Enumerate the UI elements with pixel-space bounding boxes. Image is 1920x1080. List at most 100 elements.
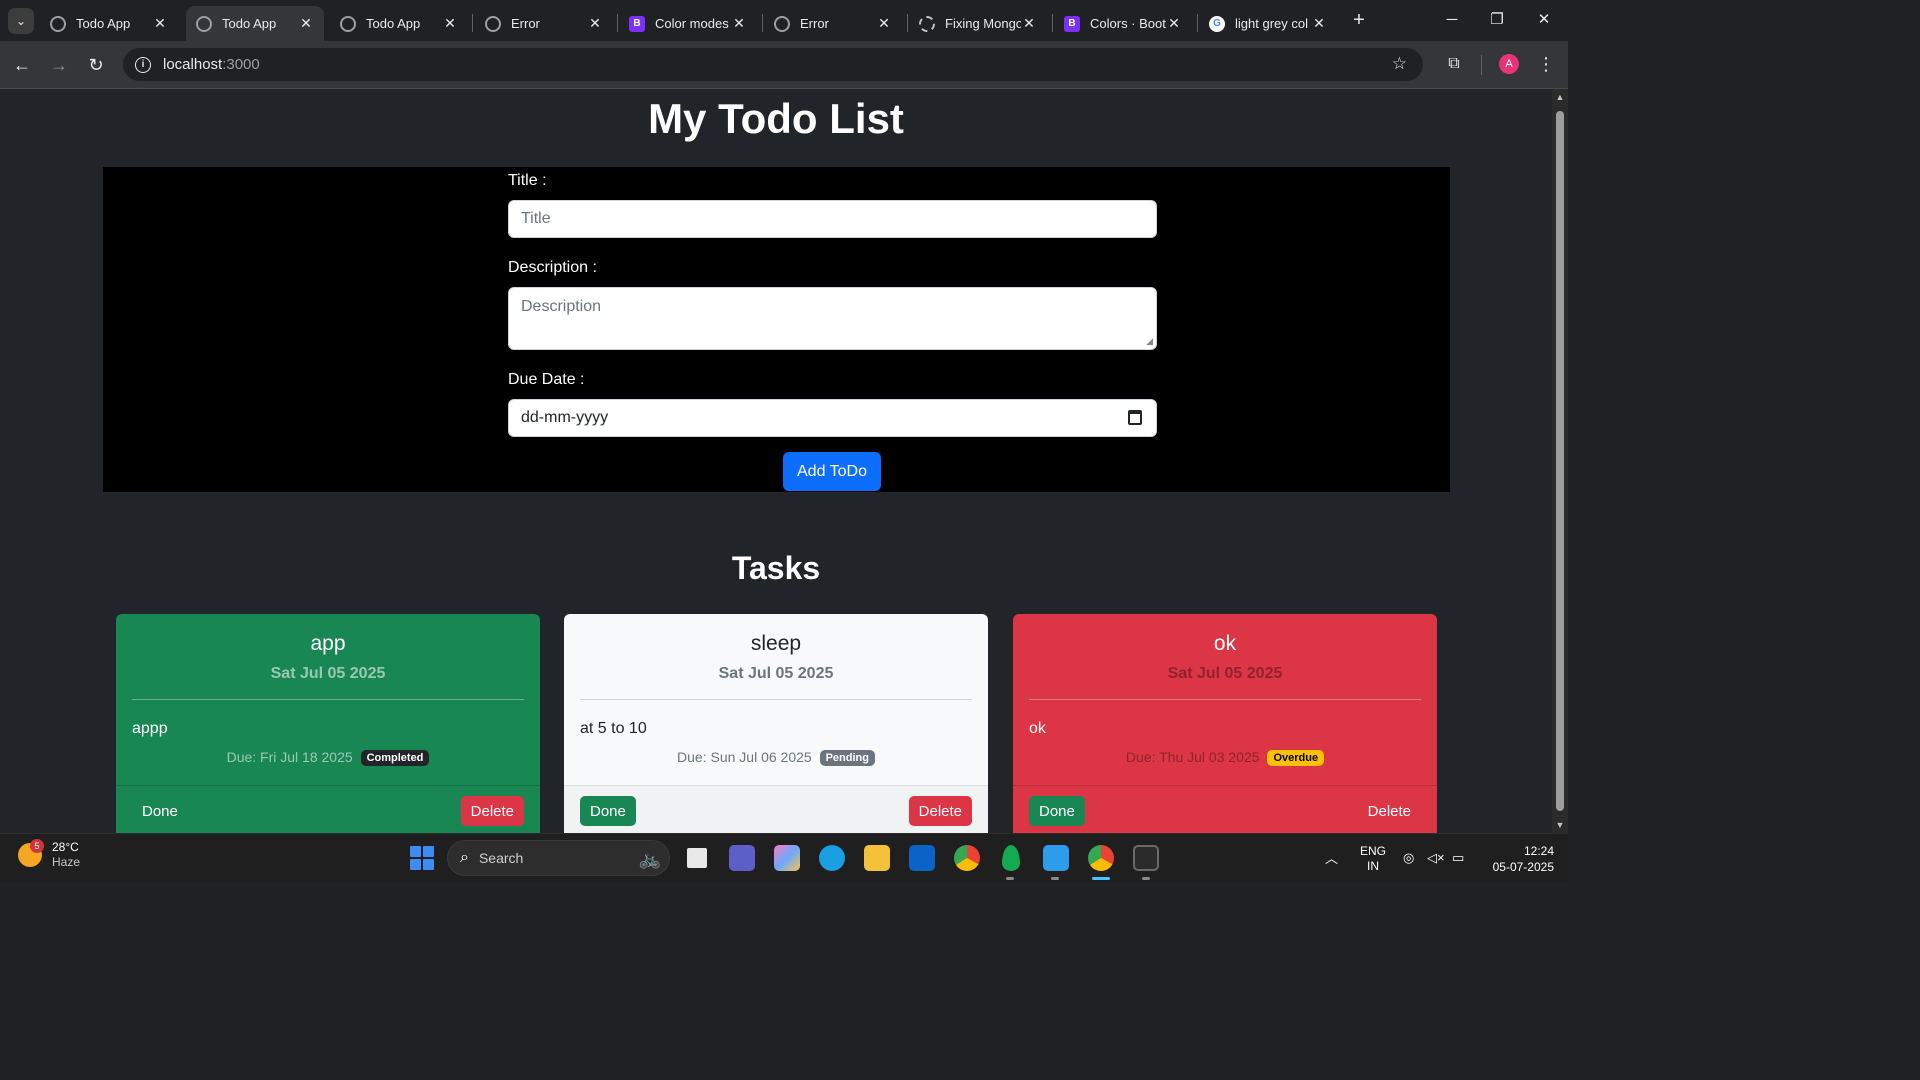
minimize-button[interactable]: ─ xyxy=(1440,8,1464,32)
scroll-down-icon[interactable]: ▼ xyxy=(1555,820,1565,830)
site-info-icon[interactable]: i xyxy=(135,56,151,73)
tab-colors-bootstrap[interactable]: B Colors · Boots ✕ xyxy=(1054,6,1192,41)
close-icon[interactable]: ✕ xyxy=(731,15,747,32)
description-textarea[interactable]: Description ◢ xyxy=(508,287,1157,350)
tab-label: Colors · Boots xyxy=(1090,16,1166,31)
chrome-icon[interactable] xyxy=(954,845,980,871)
task-description: at 5 to 10 xyxy=(580,720,647,737)
running-indicator xyxy=(1006,877,1014,880)
close-icon[interactable]: ✕ xyxy=(587,15,603,32)
reload-icon[interactable]: ↻ xyxy=(84,53,108,77)
vscode-icon[interactable] xyxy=(1043,845,1069,871)
chrome-profile-icon[interactable] xyxy=(1088,845,1114,871)
due-date-input[interactable]: dd-mm-yyyy xyxy=(508,399,1157,437)
task-view-icon[interactable] xyxy=(684,845,710,871)
tasks-heading: Tasks xyxy=(731,550,821,586)
tab-todo-app-2[interactable]: Todo App ✕ xyxy=(186,6,324,41)
clock[interactable]: 12:24 05-07-2025 xyxy=(1482,843,1554,875)
battery-icon[interactable]: ▭ xyxy=(1452,850,1464,866)
close-window-button[interactable]: ✕ xyxy=(1532,8,1556,32)
outlook-icon[interactable] xyxy=(909,845,935,871)
todo-form: Title : Title Description : Description … xyxy=(103,167,1450,492)
task-due-date: Due: Sun Jul 06 2025 xyxy=(677,749,812,765)
tab-fixing-mongo[interactable]: Fixing Mongo ✕ xyxy=(909,6,1047,41)
close-icon[interactable]: ✕ xyxy=(298,15,314,32)
tab-strip: ⌄ Todo App ✕ Todo App ✕ Todo App ✕ Error… xyxy=(0,0,1568,41)
tab-separator xyxy=(1197,14,1198,32)
status-badge: Overdue xyxy=(1267,750,1325,766)
weather-widget[interactable]: 5 28°C Haze xyxy=(18,839,80,870)
close-icon[interactable]: ✕ xyxy=(876,15,892,32)
tab-light-grey[interactable]: G light grey col ✕ xyxy=(1199,6,1337,41)
restore-button[interactable]: ❐ xyxy=(1485,8,1509,32)
mongodb-icon[interactable] xyxy=(1002,845,1020,871)
back-icon[interactable]: ← xyxy=(10,53,34,77)
network-icon[interactable]: ◎ xyxy=(1403,850,1414,866)
delete-button[interactable]: Delete xyxy=(460,796,524,826)
windows-start-icon[interactable] xyxy=(410,846,434,870)
tab-todo-app-3[interactable]: Todo App ✕ xyxy=(330,6,468,41)
add-todo-button[interactable]: Add ToDo xyxy=(783,452,881,491)
edge-icon[interactable] xyxy=(819,845,845,871)
profile-avatar[interactable]: A xyxy=(1499,54,1519,74)
task-description: appp xyxy=(132,720,168,737)
teams-icon[interactable] xyxy=(729,845,755,871)
tab-separator xyxy=(472,14,473,32)
extensions-icon[interactable]: ⧉ xyxy=(1443,53,1465,75)
new-tab-button[interactable]: + xyxy=(1347,8,1371,32)
forward-icon[interactable]: → xyxy=(47,53,71,77)
scroll-up-icon[interactable]: ▲ xyxy=(1555,92,1565,102)
divider xyxy=(580,699,972,700)
close-icon[interactable]: ✕ xyxy=(1311,15,1327,32)
delete-button[interactable]: Delete xyxy=(1358,796,1421,826)
tab-label: Todo App xyxy=(222,16,277,31)
calendar-icon[interactable] xyxy=(1128,410,1142,425)
tab-separator xyxy=(1052,14,1053,32)
file-explorer-icon[interactable] xyxy=(864,845,890,871)
globe-icon xyxy=(196,15,212,32)
clock-date: 05-07-2025 xyxy=(1492,860,1554,874)
active-indicator xyxy=(1092,877,1110,880)
close-icon[interactable]: ✕ xyxy=(1021,15,1037,32)
language-code: ENG xyxy=(1360,844,1387,858)
volume-muted-icon[interactable]: ◁× xyxy=(1427,850,1445,866)
region-code: IN xyxy=(1367,859,1379,873)
notification-badge: 5 xyxy=(30,839,44,853)
title-label: Title : xyxy=(508,172,547,189)
bootstrap-icon: B xyxy=(1064,15,1080,32)
done-button[interactable]: Done xyxy=(1029,796,1085,826)
close-icon[interactable]: ✕ xyxy=(152,15,168,32)
task-title: app xyxy=(310,632,346,655)
tab-todo-app-1[interactable]: Todo App ✕ xyxy=(40,6,178,41)
browser-menu-icon[interactable]: ⋮ xyxy=(1537,52,1555,76)
task-title: sleep xyxy=(750,632,802,655)
page-scrollbar[interactable]: ▲ ▼ xyxy=(1552,89,1568,833)
terminal-icon[interactable] xyxy=(1133,845,1159,871)
tab-color-modes[interactable]: B Color modes ✕ xyxy=(619,6,757,41)
close-icon[interactable]: ✕ xyxy=(442,15,458,32)
taskbar-search[interactable]: ⌕ Search 🚲 xyxy=(447,840,670,876)
title-input[interactable]: Title xyxy=(508,200,1157,238)
close-icon[interactable]: ✕ xyxy=(1166,15,1182,32)
show-hidden-icons-icon[interactable]: ︿ xyxy=(1325,848,1338,867)
done-button[interactable]: Done xyxy=(580,796,636,826)
due-date-placeholder: dd-mm-yyyy xyxy=(521,409,609,426)
delete-button[interactable]: Delete xyxy=(908,796,972,826)
done-button[interactable]: Done xyxy=(132,796,188,826)
resize-handle-icon[interactable]: ◢ xyxy=(1146,336,1153,347)
task-due-date: Due: Thu Jul 03 2025 xyxy=(1125,749,1260,765)
address-bar[interactable]: i localhost:3000 ☆ xyxy=(123,48,1423,81)
url-host: localhost xyxy=(163,56,223,73)
tab-search-button[interactable]: ⌄ xyxy=(8,8,34,34)
scroll-thumb[interactable] xyxy=(1556,111,1564,811)
language-indicator[interactable]: ENG IN xyxy=(1360,844,1386,874)
globe-icon xyxy=(340,15,356,32)
tab-error-1[interactable]: Error ✕ xyxy=(475,6,613,41)
tab-error-2[interactable]: Error ✕ xyxy=(764,6,902,41)
search-icon: ⌕ xyxy=(460,849,469,866)
tab-label: light grey col xyxy=(1235,16,1308,31)
taskbar: 5 28°C Haze ⌕ Search 🚲 ︿ ENG IN ◎ ◁× ▭ 1… xyxy=(0,833,1568,882)
bookmark-star-icon[interactable]: ☆ xyxy=(1392,54,1407,74)
task-footer: Done Delete xyxy=(116,785,540,833)
copilot-icon[interactable] xyxy=(774,845,800,871)
